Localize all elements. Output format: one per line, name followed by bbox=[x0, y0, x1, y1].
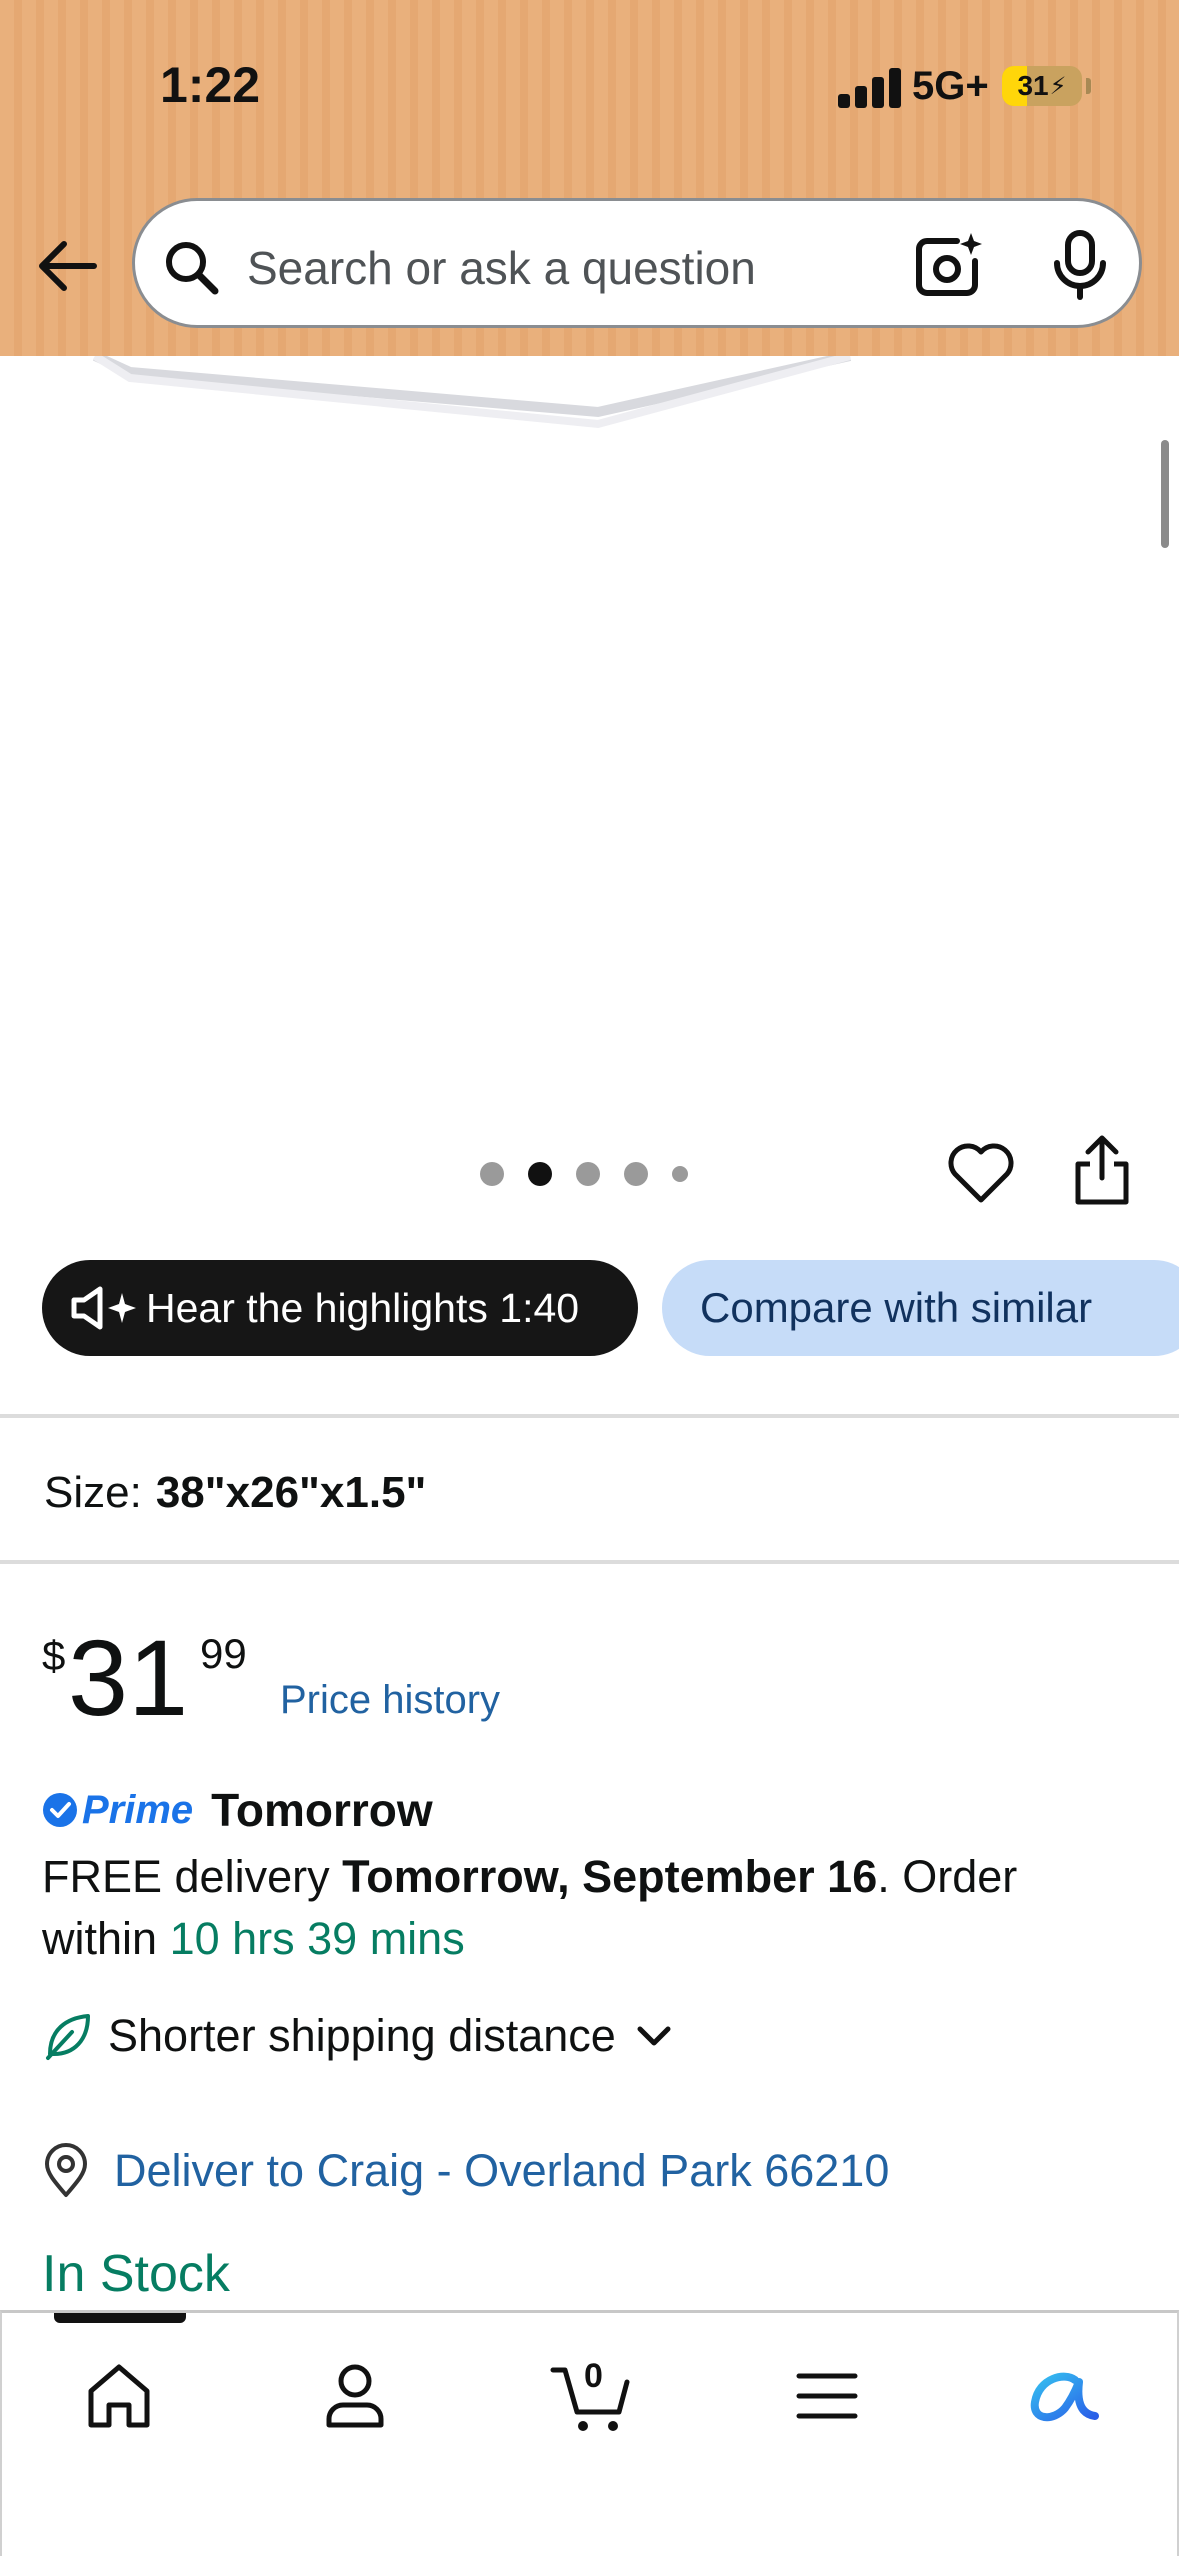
heart-icon[interactable] bbox=[946, 1138, 1016, 1208]
chevron-down-icon bbox=[637, 2026, 671, 2046]
active-tab-indicator bbox=[54, 2313, 186, 2323]
deliver-to-link: Deliver to Craig - Overland Park 66210 bbox=[114, 2145, 890, 2196]
size-selector[interactable]: Size: 38"x26"x1.5" bbox=[44, 1468, 426, 1518]
price-history-link[interactable]: Price history bbox=[280, 1678, 500, 1723]
delivery-message: FREE delivery Tomorrow, September 16. Or… bbox=[42, 1846, 1142, 1970]
size-label: Size: bbox=[44, 1468, 142, 1517]
carousel-dot[interactable] bbox=[480, 1162, 504, 1186]
shipping-distance-label: Shorter shipping distance bbox=[108, 2010, 616, 2061]
deliver-to-location[interactable]: Deliver to Craig - Overland Park 66210 bbox=[42, 2140, 889, 2202]
divider bbox=[0, 1560, 1179, 1564]
prime-logo: Prime bbox=[82, 1787, 194, 1832]
carousel-dots bbox=[480, 1160, 688, 1188]
product-image-carousel[interactable] bbox=[0, 356, 1179, 1206]
rufus-ai-icon bbox=[1030, 2372, 1099, 2421]
price-whole: 31 bbox=[68, 1617, 189, 1738]
stock-status: In Stock bbox=[42, 2245, 230, 2303]
delivery-prefix: FREE delivery bbox=[42, 1851, 343, 1902]
tab-account[interactable] bbox=[310, 2351, 400, 2441]
charging-bolt-icon: ⚡ bbox=[1049, 72, 1067, 100]
shipping-distance-toggle[interactable]: Shorter shipping distance bbox=[42, 2006, 674, 2066]
carousel-dot[interactable] bbox=[672, 1166, 688, 1182]
tab-rufus[interactable] bbox=[1018, 2351, 1108, 2441]
hear-highlights-label: Hear the highlights 1:40 bbox=[146, 1284, 580, 1331]
delivery-countdown: 10 hrs 39 mins bbox=[169, 1913, 465, 1964]
battery-icon: 31 ⚡ bbox=[1002, 66, 1082, 106]
network-label: 5G+ bbox=[912, 64, 989, 108]
price-fraction: 99 bbox=[200, 1630, 247, 1677]
camera-icon[interactable] bbox=[913, 231, 983, 301]
search-placeholder: Search or ask a question bbox=[247, 242, 756, 294]
prime-delivery-day: Tomorrow bbox=[211, 1784, 433, 1836]
back-button[interactable] bbox=[30, 230, 102, 302]
status-bar: 1:22 5G+ 31 ⚡ bbox=[0, 0, 1179, 170]
carousel-dot[interactable] bbox=[624, 1162, 648, 1186]
status-time: 1:22 bbox=[160, 57, 261, 113]
search-input[interactable]: Search or ask a question bbox=[132, 198, 1142, 328]
divider bbox=[0, 1414, 1179, 1418]
price-currency: $ bbox=[42, 1632, 66, 1679]
tab-cart[interactable]: 0 bbox=[546, 2351, 636, 2441]
menu-icon bbox=[796, 2373, 858, 2419]
size-value: 38"x26"x1.5" bbox=[155, 1468, 427, 1517]
scroll-indicator[interactable] bbox=[1161, 440, 1169, 548]
header-bar: 1:22 5G+ 31 ⚡ Search or ask a question bbox=[0, 0, 1179, 356]
speaker-sparkle-icon bbox=[71, 1286, 136, 1330]
hear-highlights-button[interactable]: Hear the highlights 1:40 bbox=[42, 1260, 638, 1356]
account-icon bbox=[326, 2364, 384, 2428]
bottom-tab-bar: 0 bbox=[0, 2310, 1179, 2556]
location-pin-icon bbox=[45, 2143, 87, 2197]
cart-count: 0 bbox=[584, 2357, 603, 2395]
share-icon[interactable] bbox=[1070, 1134, 1134, 1208]
carousel-dot-active[interactable] bbox=[528, 1162, 552, 1186]
carousel-dot[interactable] bbox=[576, 1162, 600, 1186]
tab-home[interactable] bbox=[74, 2351, 164, 2441]
battery-level: 31 bbox=[1017, 70, 1049, 101]
product-image bbox=[92, 356, 852, 429]
search-icon bbox=[166, 242, 219, 295]
mic-icon[interactable] bbox=[1045, 229, 1115, 301]
battery-nub bbox=[1086, 78, 1091, 94]
compare-similar-button[interactable]: Compare with similar bbox=[662, 1260, 1179, 1356]
delivery-date: Tomorrow, September 16 bbox=[342, 1851, 878, 1902]
prime-badge: Prime Tomorrow bbox=[42, 1782, 433, 1838]
tab-menu[interactable] bbox=[782, 2351, 872, 2441]
signal-icon bbox=[838, 66, 902, 108]
leaf-icon bbox=[46, 2014, 90, 2060]
home-icon bbox=[88, 2364, 150, 2428]
prime-check-icon bbox=[43, 1793, 77, 1827]
back-arrow-icon bbox=[39, 241, 97, 291]
